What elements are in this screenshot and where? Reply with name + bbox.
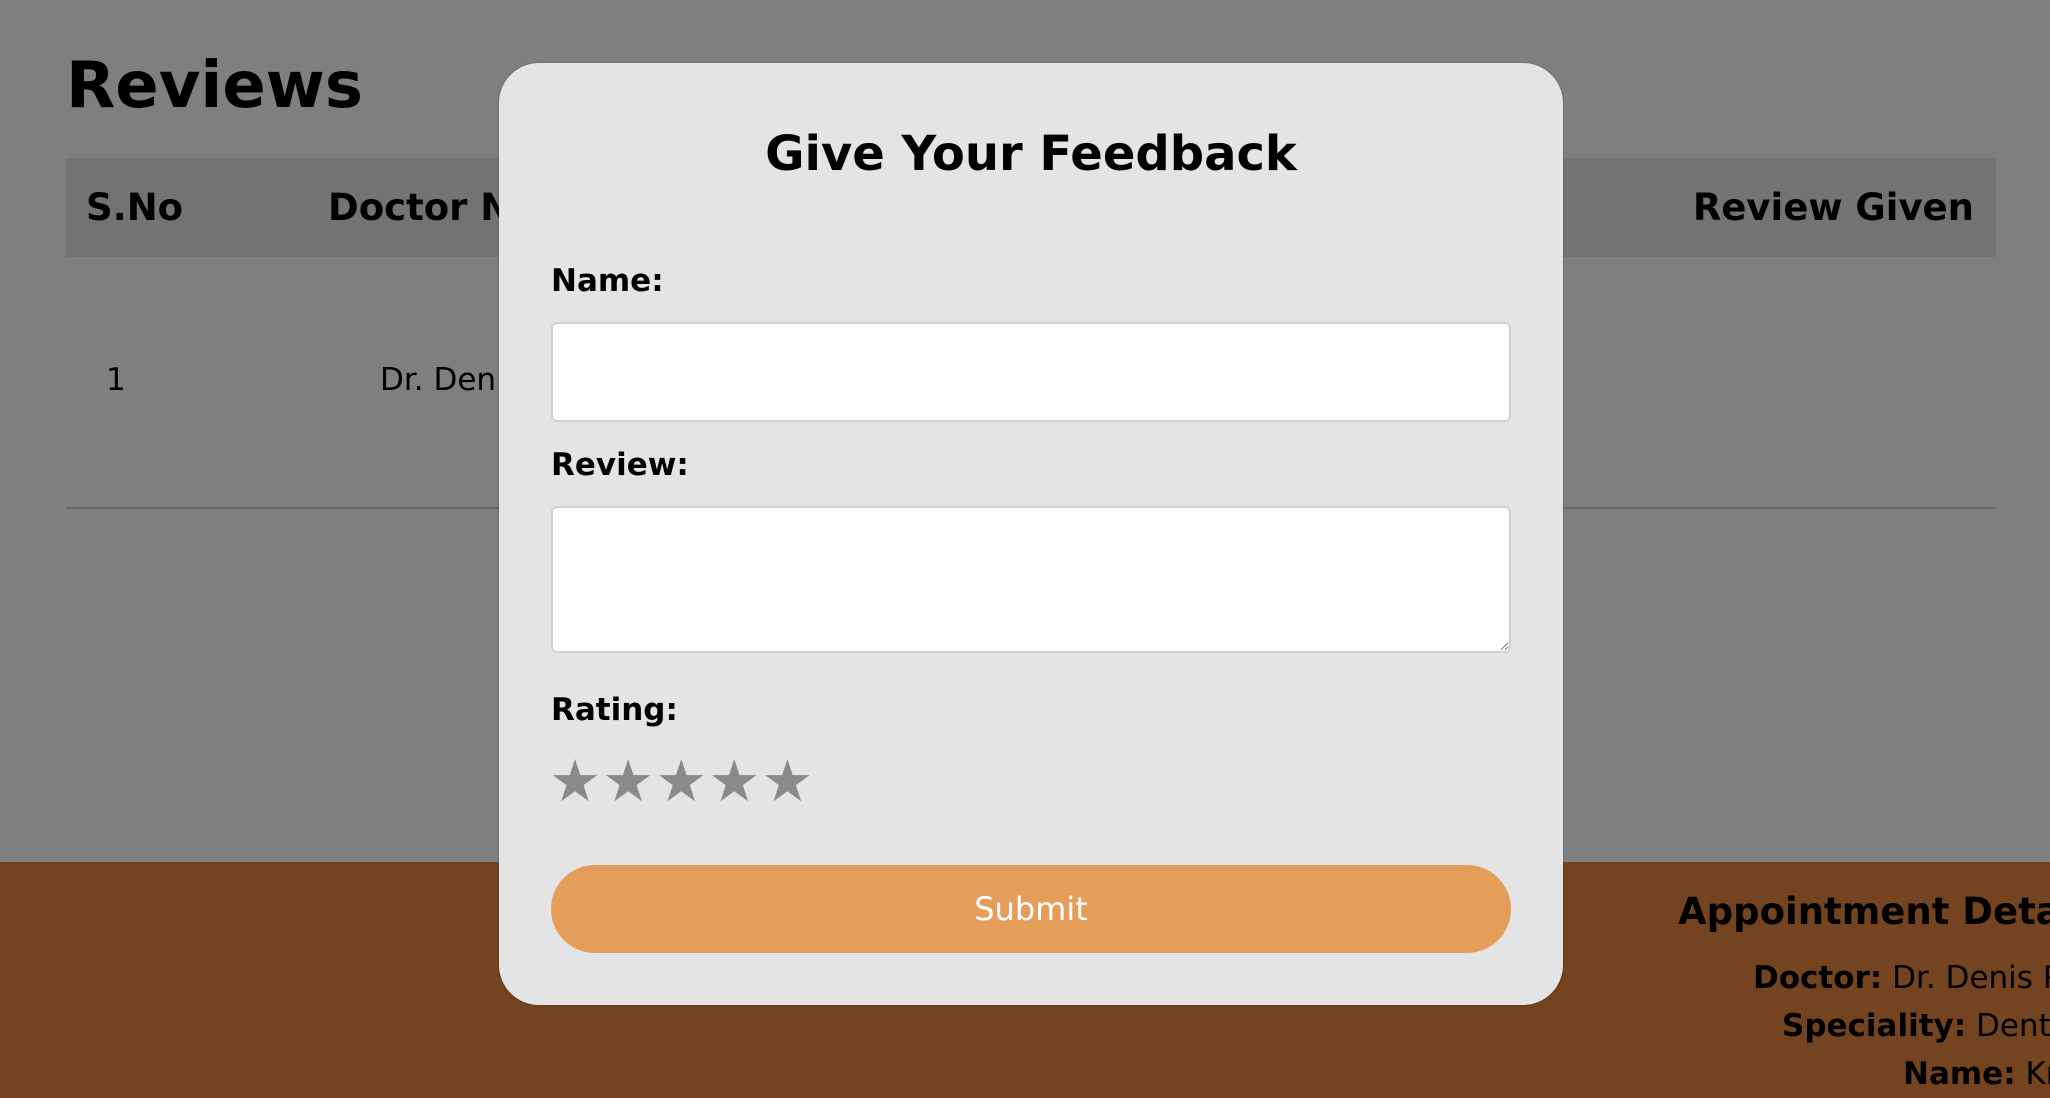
rating-label: Rating: <box>551 692 678 728</box>
name-input[interactable] <box>551 322 1511 422</box>
star-icon[interactable]: ★ <box>549 751 601 811</box>
submit-button[interactable]: Submit <box>551 865 1511 953</box>
review-textarea[interactable] <box>551 506 1511 653</box>
modal-title: Give Your Feedback <box>765 126 1297 182</box>
review-label: Review: <box>551 447 689 483</box>
star-icon[interactable]: ★ <box>655 751 707 811</box>
star-icon[interactable]: ★ <box>761 751 813 811</box>
feedback-modal: Give Your Feedback Name: Review: Rating:… <box>499 63 1563 1005</box>
name-label: Name: <box>551 263 664 299</box>
star-rating: ★ ★ ★ ★ ★ <box>549 751 813 811</box>
star-icon[interactable]: ★ <box>708 751 760 811</box>
reviews-page: Reviews S.No Doctor N Review Given 1 Dr.… <box>0 0 2050 1098</box>
star-icon[interactable]: ★ <box>602 751 654 811</box>
